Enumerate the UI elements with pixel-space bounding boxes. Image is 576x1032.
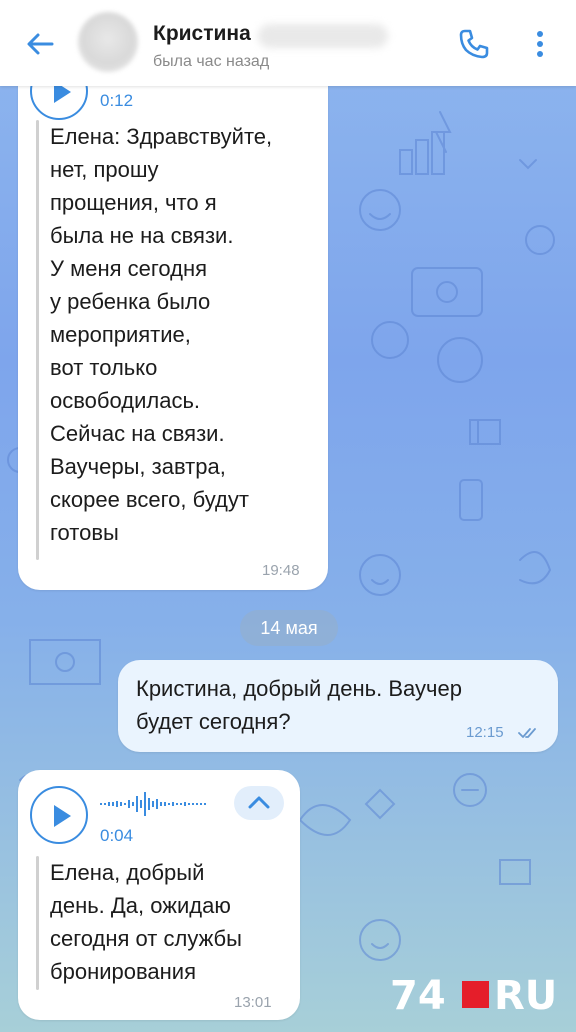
message-text: Елена, добрый день. Да, ожидаю сегодня о…: [50, 856, 242, 988]
contact-surname-redacted: [258, 24, 388, 48]
text-line: бронирования: [50, 959, 197, 984]
text-line: скорее всего, будут: [50, 487, 249, 512]
contact-name[interactable]: Кристина: [153, 22, 251, 46]
text-line: мероприятие,: [50, 322, 191, 347]
text-line: Елена, добрый: [50, 860, 205, 885]
text-line: готовы: [50, 520, 119, 545]
collapse-transcript-button[interactable]: [234, 786, 284, 820]
watermark-number: 74: [390, 973, 446, 1019]
play-icon: [54, 805, 71, 827]
text-line: Ваучеры, завтра,: [50, 454, 226, 479]
incoming-message[interactable]: 0:04 Елена, добрый день. Да, ожидаю сего…: [18, 770, 300, 1020]
voice-duration: 0:12: [100, 91, 134, 110]
more-vertical-icon[interactable]: [528, 26, 552, 62]
text-line: прощения, что я: [50, 190, 217, 215]
transcript-quote-line: [36, 120, 39, 560]
text-line: была не на связи.: [50, 223, 234, 248]
avatar[interactable]: [78, 12, 138, 72]
voice-duration: 0:04: [100, 826, 134, 845]
last-seen-status: была час назад: [153, 53, 270, 70]
date-separator: 14 мая: [240, 610, 338, 646]
text-line: нет, прошу: [50, 157, 159, 182]
back-arrow-icon[interactable]: [22, 26, 58, 62]
message-text: Кристина, добрый день. Ваучер будет сего…: [136, 672, 462, 738]
text-line: У меня сегодня: [50, 256, 208, 281]
message-text: Елена: Здравствуйте, нет, прошу прощения…: [50, 120, 272, 549]
waveform-icon: [100, 792, 206, 816]
text-line: Сейчас на связи.: [50, 421, 225, 446]
site-watermark: 74 RU: [390, 972, 566, 1020]
text-line: день. Да, ожидаю: [50, 893, 231, 918]
outgoing-message[interactable]: Кристина, добрый день. Ваучер будет сего…: [118, 660, 558, 752]
text-line: будет сегодня?: [136, 709, 291, 734]
transcript-quote-line: [36, 856, 39, 990]
chevron-up-icon: [248, 796, 270, 809]
double-check-icon: [518, 728, 536, 738]
phone-icon[interactable]: [456, 26, 492, 62]
text-line: Елена: Здравствуйте,: [50, 124, 273, 149]
text-line: вот только: [50, 355, 158, 380]
message-time: 19:48: [262, 562, 300, 579]
watermark-suffix: RU: [494, 973, 558, 1019]
message-time: 13:01: [234, 994, 272, 1011]
watermark-square: [462, 981, 489, 1008]
incoming-message[interactable]: 0:12 Елена: Здравствуйте, нет, прошу про…: [18, 60, 328, 590]
text-line: освободилась.: [50, 388, 201, 413]
play-button[interactable]: [30, 786, 88, 844]
text-line: Кристина, добрый день. Ваучер: [136, 676, 462, 701]
chat-header: Кристина была час назад: [0, 0, 576, 86]
text-line: сегодня от службы: [50, 926, 242, 951]
text-line: у ребенка было: [50, 289, 211, 314]
message-time: 12:15: [466, 724, 504, 741]
